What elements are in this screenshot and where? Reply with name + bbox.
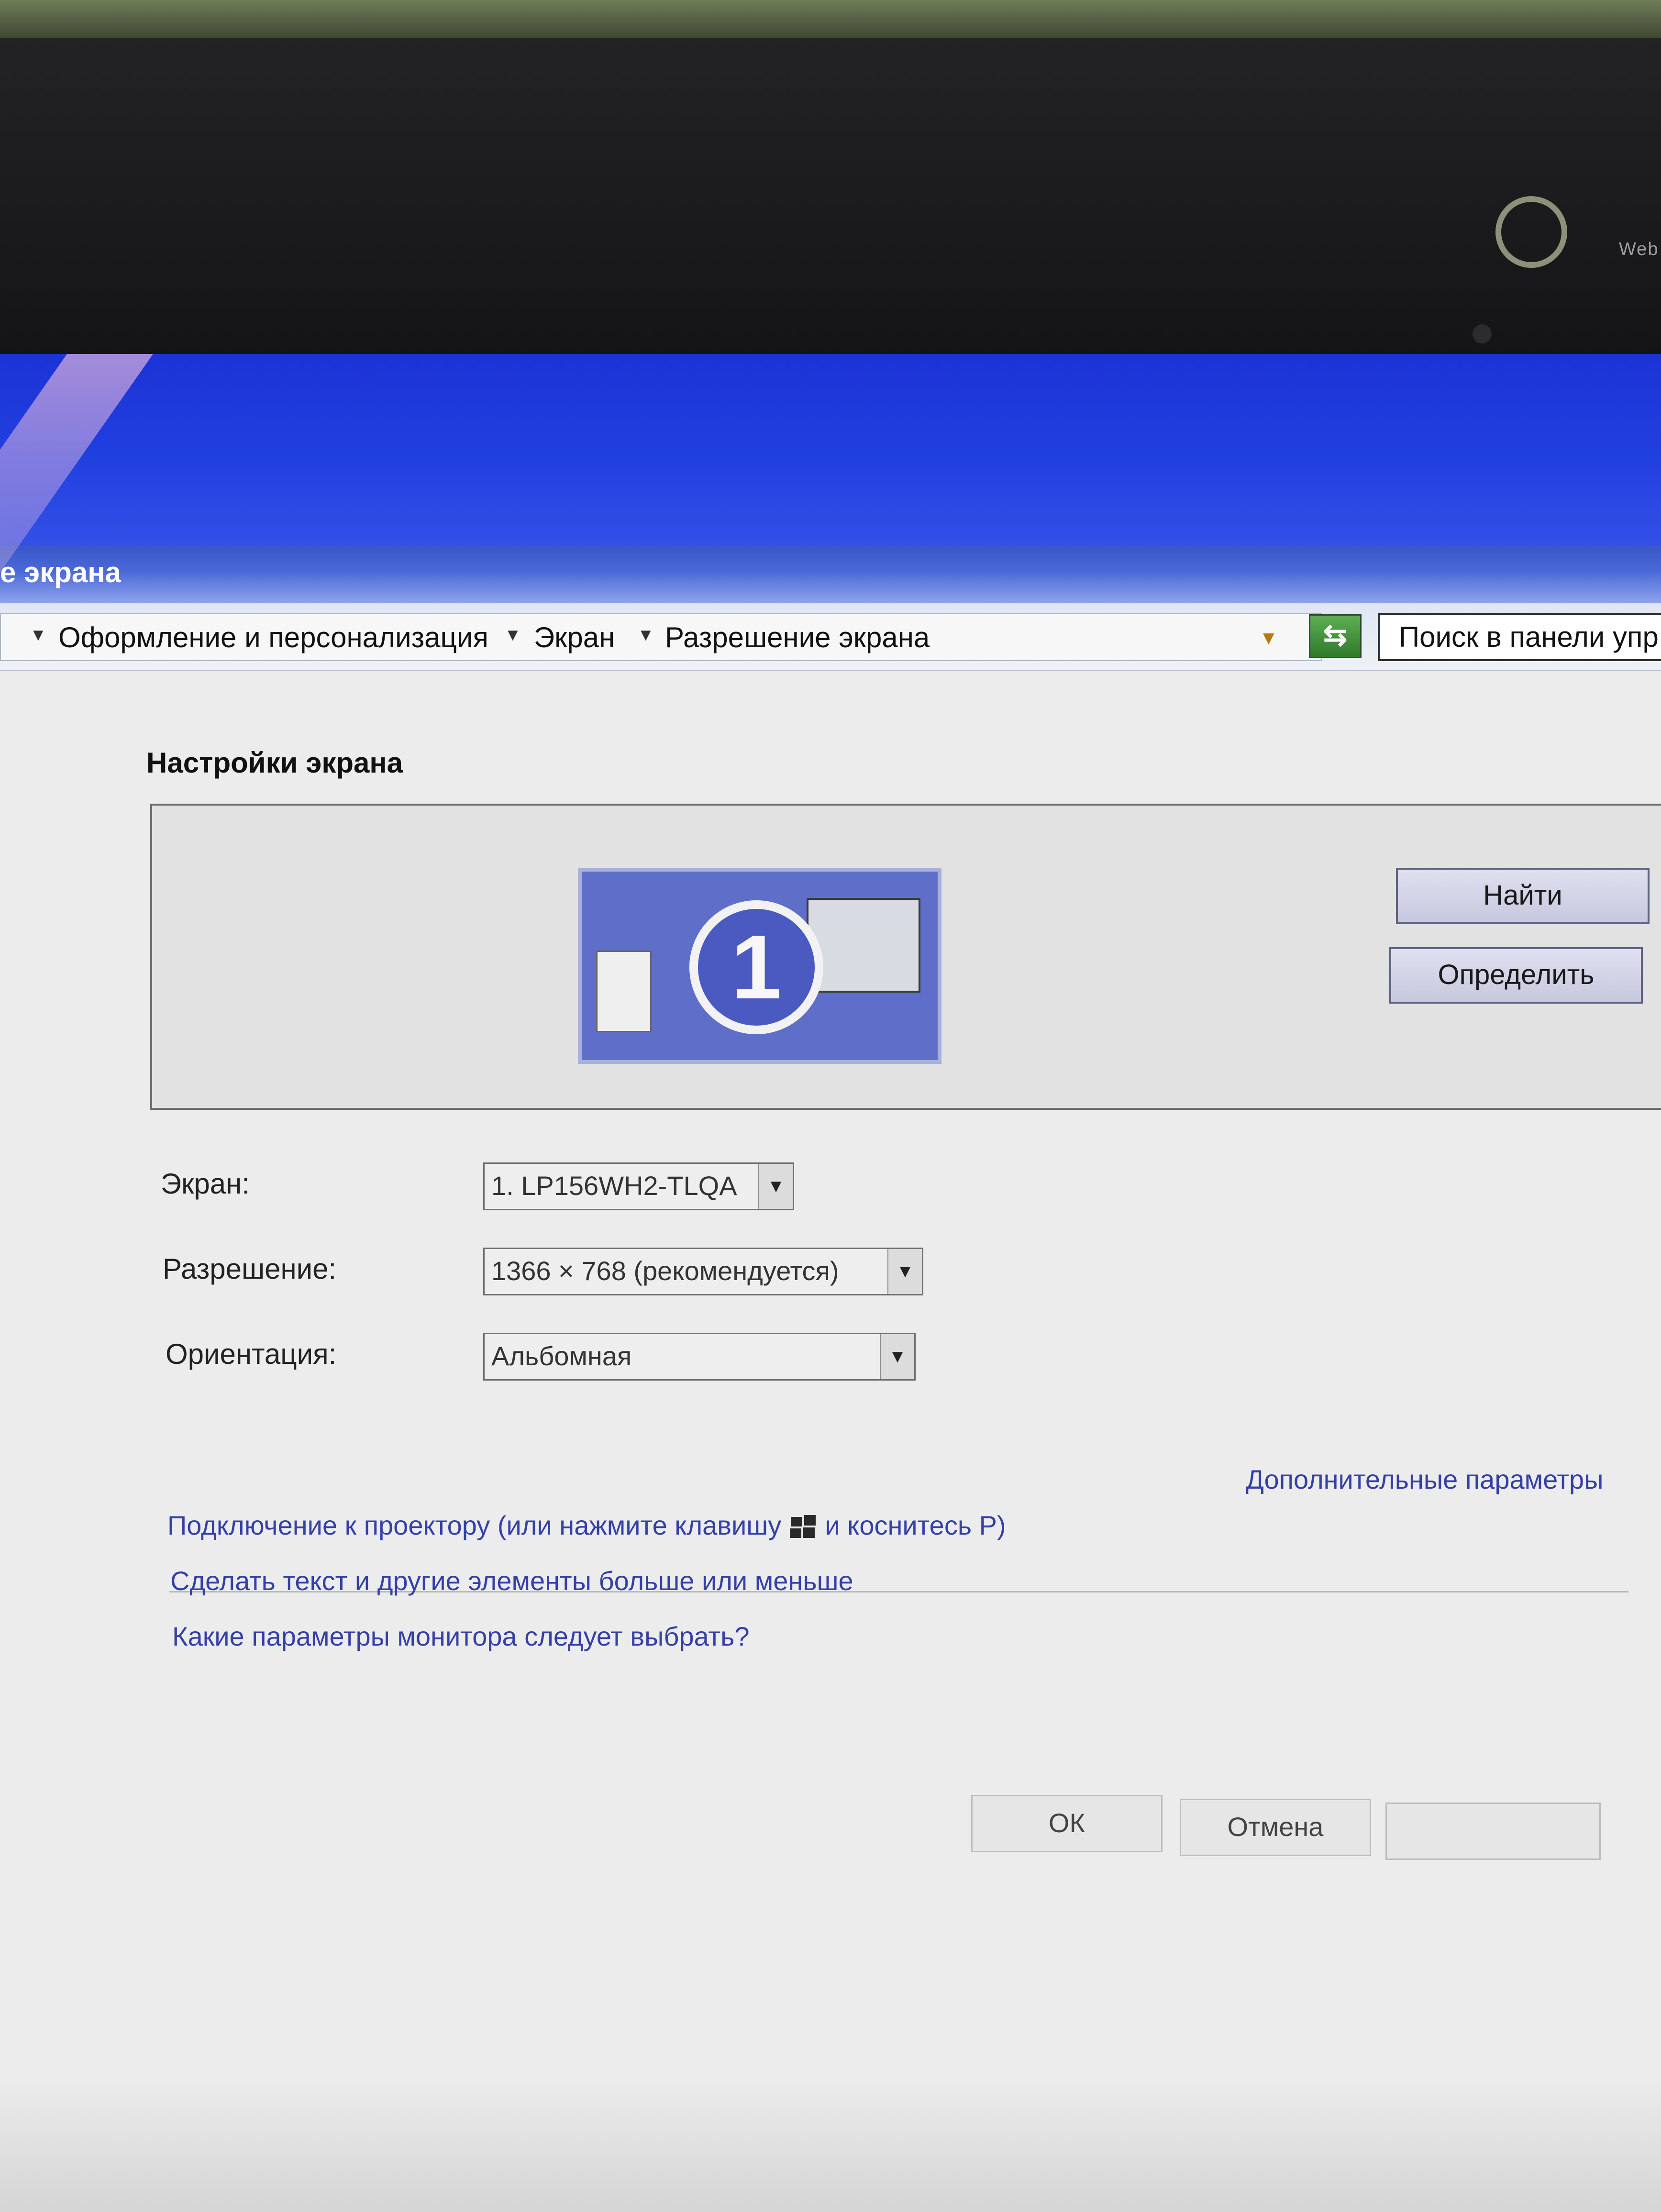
apply-button[interactable]	[1385, 1803, 1601, 1860]
breadcrumb[interactable]: ▼ Оформление и персонализация ▼ Экран ▼ …	[0, 613, 1322, 661]
breadcrumb-item-resolution[interactable]: Разрешение экрана	[665, 621, 930, 654]
monitor-help-link[interactable]: Какие параметры монитора следует выбрать…	[172, 1621, 750, 1652]
laptop-bezel: Web	[0, 38, 1661, 364]
display-label: Экран:	[161, 1168, 250, 1200]
advanced-settings-link[interactable]: Дополнительные параметры	[1246, 1464, 1603, 1495]
projector-link-suffix: и коснитесь P)	[825, 1510, 1006, 1540]
windows-key-icon	[789, 1515, 816, 1538]
laptop-screen: е экрана ▼ Оформление и персонализация ▼…	[0, 354, 1661, 2212]
chevron-down-icon[interactable]: ▼	[887, 1249, 922, 1294]
identify-button[interactable]: Определить	[1389, 947, 1643, 1004]
window-titlebar[interactable]: е экрана	[0, 545, 1661, 603]
breadcrumb-item-display[interactable]: Экран	[534, 621, 615, 654]
webcam-icon	[1495, 196, 1567, 268]
chevron-down-icon[interactable]: ▼	[880, 1334, 914, 1379]
monitor-thumbnail[interactable]: 1	[578, 868, 941, 1064]
ok-button[interactable]: ОК	[971, 1795, 1163, 1852]
window-title: е экрана	[0, 556, 121, 588]
chevron-down-icon[interactable]: ▼	[637, 625, 654, 645]
cancel-button[interactable]: Отмена	[1180, 1799, 1371, 1856]
webcam-sensor-icon	[1473, 324, 1492, 343]
thumbnail-window-icon	[596, 951, 652, 1032]
monitor-preview-panel: 1 Найти Определить	[150, 804, 1661, 1110]
resolution-label: Разрешение:	[163, 1253, 337, 1285]
find-button[interactable]: Найти	[1396, 868, 1650, 924]
desktop-background	[0, 354, 1661, 545]
chevron-down-icon[interactable]: ▼	[504, 625, 521, 645]
chevron-down-icon[interactable]: ▼	[30, 625, 47, 645]
text-size-link[interactable]: Сделать текст и другие элементы больше и…	[170, 1565, 853, 1596]
page-title: Настройки экрана	[146, 747, 403, 779]
projector-link-text: Подключение к проектору (или нажмите кла…	[167, 1510, 782, 1540]
resolution-select[interactable]: 1366 × 768 (рекомендуется) ▼	[483, 1248, 923, 1295]
bezel-label: Web	[1619, 239, 1659, 259]
orientation-label: Ориентация:	[166, 1338, 337, 1370]
monitor-number-badge: 1	[689, 900, 823, 1034]
search-input[interactable]: Поиск в панели упр	[1378, 613, 1661, 661]
display-select-value: 1. LP156WH2-TLQA	[491, 1171, 737, 1201]
refresh-icon: ⇆	[1323, 619, 1348, 651]
control-panel-window: е экрана ▼ Оформление и персонализация ▼…	[0, 545, 1661, 2212]
orientation-select-value: Альбомная	[491, 1341, 632, 1371]
refresh-button[interactable]: ⇆	[1309, 614, 1362, 658]
display-select[interactable]: 1. LP156WH2-TLQA ▼	[483, 1162, 794, 1210]
breadcrumb-item-personalization[interactable]: Оформление и персонализация	[58, 621, 488, 654]
resolution-select-value: 1366 × 768 (рекомендуется)	[491, 1256, 839, 1286]
address-history-dropdown-icon[interactable]: ▼	[1259, 628, 1278, 649]
projector-link[interactable]: Подключение к проектору (или нажмите кла…	[167, 1510, 1006, 1541]
thumbnail-window-icon	[807, 898, 920, 993]
chevron-down-icon[interactable]: ▼	[758, 1164, 793, 1209]
address-bar: ▼ Оформление и персонализация ▼ Экран ▼ …	[0, 603, 1661, 671]
orientation-select[interactable]: Альбомная ▼	[483, 1333, 916, 1381]
screen-moire-overlay	[0, 2076, 1661, 2212]
